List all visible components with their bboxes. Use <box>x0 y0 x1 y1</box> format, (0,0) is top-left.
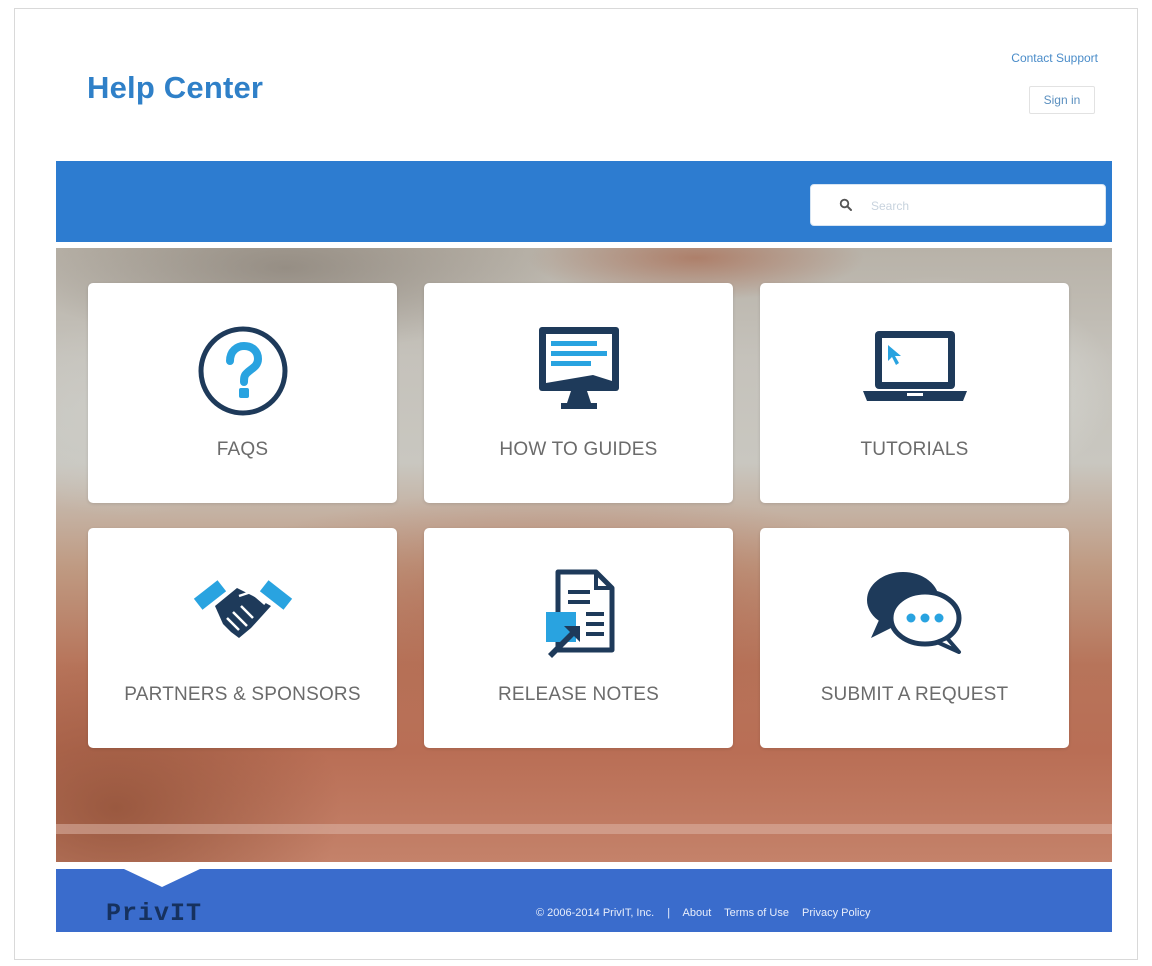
search-box[interactable] <box>810 184 1106 226</box>
footer-notch <box>124 869 200 887</box>
copyright-text: © 2006-2014 PrivIT, Inc. <box>536 907 655 919</box>
footer-logo: PrivIT <box>106 899 203 928</box>
card-how-to-guides[interactable]: HOW TO GUIDES <box>424 283 733 503</box>
card-label: FAQS <box>216 439 269 460</box>
contact-support-link[interactable]: Contact Support <box>1011 51 1098 65</box>
card-submit-request[interactable]: SUBMIT A REQUEST <box>760 528 1069 748</box>
question-circle-icon <box>198 326 287 416</box>
card-label: PARTNERS & SPONSORS <box>124 684 361 705</box>
search-icon <box>839 198 852 211</box>
monitor-document-icon <box>538 327 619 409</box>
card-faqs[interactable]: FAQS <box>88 283 397 503</box>
laptop-cursor-icon <box>862 331 967 401</box>
footer-link-about[interactable]: About <box>683 907 712 919</box>
card-release-notes[interactable]: RELEASE NOTES <box>424 528 733 748</box>
footer-separator: | <box>667 907 671 919</box>
document-arrow-icon <box>545 569 614 658</box>
card-label: SUBMIT A REQUEST <box>820 684 1009 705</box>
site-title[interactable]: Help Center <box>87 70 263 106</box>
card-tutorials[interactable]: TUTORIALS <box>760 283 1069 503</box>
card-label: TUTORIALS <box>860 439 969 460</box>
footer-link-terms[interactable]: Terms of Use <box>724 907 789 919</box>
card-label: RELEASE NOTES <box>498 684 659 705</box>
handshake-icon <box>193 580 292 638</box>
footer-links: © 2006-2014 PrivIT, Inc. | About Terms o… <box>536 907 880 919</box>
chat-bubbles-icon <box>866 572 961 654</box>
card-label: HOW TO GUIDES <box>499 439 658 460</box>
footer: PrivIT © 2006-2014 PrivIT, Inc. | About … <box>56 869 1112 932</box>
sign-in-button[interactable]: Sign in <box>1029 86 1095 114</box>
search-input[interactable] <box>871 191 1091 221</box>
footer-link-privacy[interactable]: Privacy Policy <box>802 907 870 919</box>
card-partners-sponsors[interactable]: PARTNERS & SPONSORS <box>88 528 397 748</box>
